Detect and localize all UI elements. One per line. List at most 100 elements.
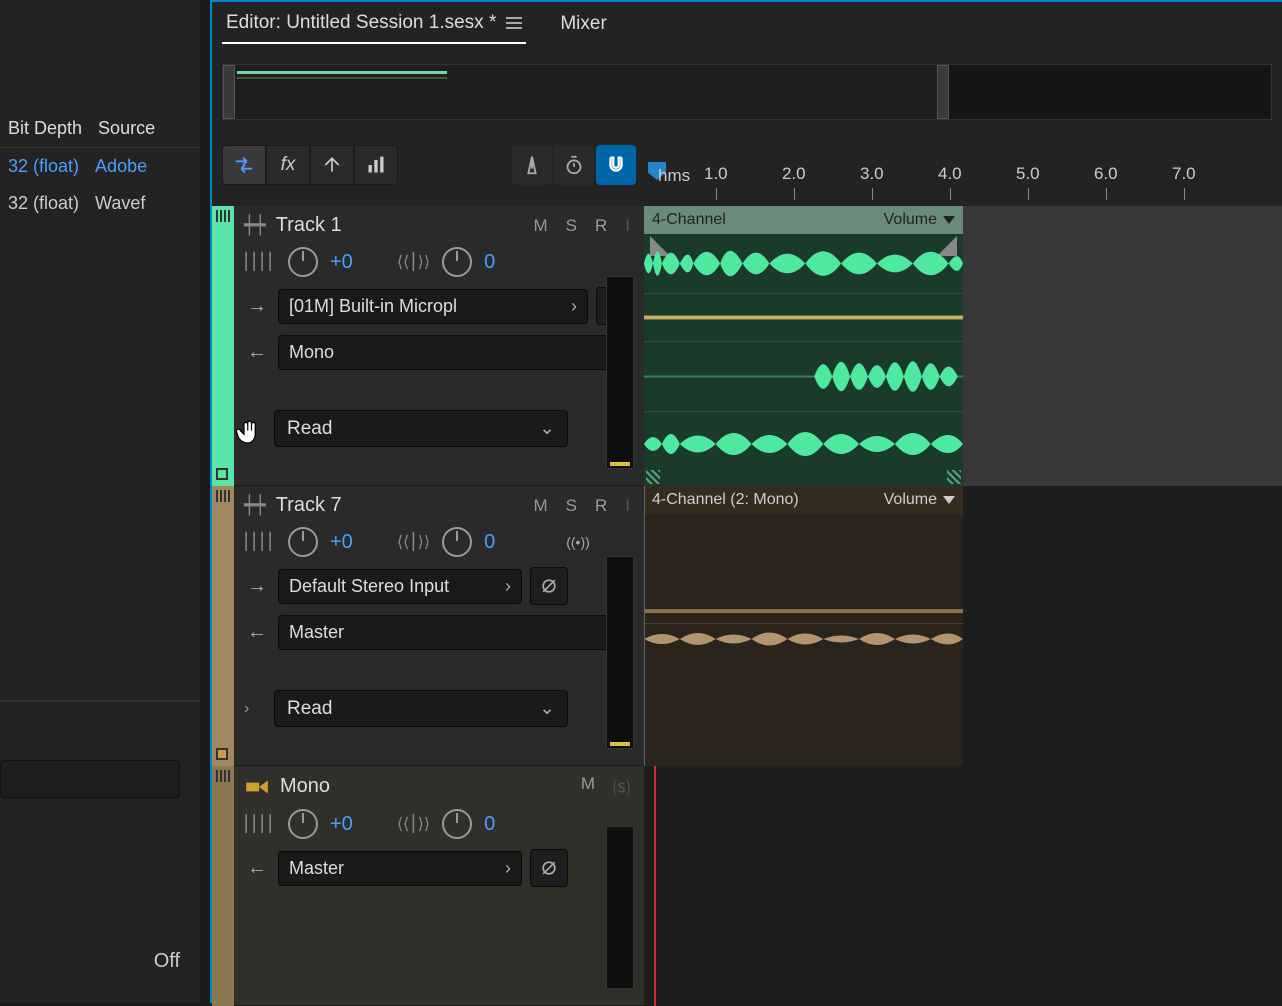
- snap-button[interactable]: [596, 145, 636, 185]
- mute-button[interactable]: M: [581, 774, 595, 799]
- output-label: Master: [289, 858, 344, 879]
- file-row-source[interactable]: Wavef: [87, 189, 153, 218]
- monitor-button[interactable]: I: [625, 496, 630, 516]
- sends-button[interactable]: [310, 145, 354, 185]
- record-button[interactable]: R: [595, 496, 607, 516]
- mono-sum-button[interactable]: ((•)): [564, 528, 592, 556]
- volume-value[interactable]: +0: [330, 813, 353, 836]
- phase-button[interactable]: [530, 849, 568, 887]
- track-color-strip[interactable]: [212, 486, 234, 766]
- input-arrow-icon: →: [244, 295, 270, 318]
- input-select[interactable]: Default Stereo Input ›: [278, 569, 522, 604]
- track-color-strip[interactable]: [212, 206, 234, 486]
- track-lane[interactable]: 4-Channel Volume: [644, 206, 963, 486]
- pan-value[interactable]: 0: [484, 813, 495, 836]
- dropdown-triangle-icon[interactable]: [943, 216, 955, 224]
- overview-waveform: [237, 77, 447, 79]
- volume-knob[interactable]: [288, 527, 318, 557]
- mute-button[interactable]: M: [533, 216, 547, 236]
- panel-menu-icon[interactable]: [506, 17, 522, 29]
- track-selector[interactable]: [216, 748, 228, 760]
- chevron-right-icon: ›: [505, 858, 511, 879]
- output-select[interactable]: Master ›: [278, 615, 634, 650]
- mute-button[interactable]: M: [533, 496, 547, 516]
- track-header: ┿┿ Track 7 M S R I ⎢⎢⎢⎢ +0 ⟨⟨⎮⟩⟩: [234, 486, 644, 766]
- meter-level: [610, 742, 630, 746]
- waveform: [644, 342, 963, 411]
- bus-lane[interactable]: [644, 766, 1282, 1006]
- monitor-button[interactable]: I: [625, 216, 630, 236]
- off-label[interactable]: Off: [154, 950, 180, 973]
- panel-divider[interactable]: [0, 700, 200, 702]
- track-row: ┿┿ Track 1 M S R I ⎢⎢⎢⎢ +0 ⟨⟨⎮⟩⟩: [212, 206, 1282, 486]
- pan-knob[interactable]: [442, 247, 472, 277]
- eq-button[interactable]: [354, 145, 398, 185]
- solo-button[interactable]: ⒮: [613, 774, 630, 799]
- fx-icon: fx: [281, 154, 296, 176]
- waveform-icon: ┿┿: [244, 215, 266, 236]
- overview-navigator[interactable]: [222, 64, 1272, 120]
- record-button[interactable]: R: [595, 216, 607, 236]
- overview-handle-left[interactable]: [223, 65, 235, 119]
- solo-button[interactable]: S: [566, 496, 577, 516]
- tab-mixer[interactable]: Mixer: [556, 5, 610, 43]
- waveform: [644, 294, 963, 341]
- input-select[interactable]: [01M] Built-in Micropl ›: [278, 289, 588, 324]
- track-lane-empty[interactable]: [963, 206, 1282, 486]
- overview-handle-right[interactable]: [937, 65, 949, 119]
- automation-select[interactable]: Read ⌄: [274, 690, 568, 727]
- pan-value[interactable]: 0: [484, 251, 495, 274]
- automation-select[interactable]: Read ⌄: [274, 410, 568, 447]
- tracks-area: ┿┿ Track 1 M S R I ⎢⎢⎢⎢ +0 ⟨⟨⎮⟩⟩: [212, 206, 1282, 1003]
- track-name[interactable]: Track 7: [276, 494, 524, 517]
- track-selector[interactable]: [216, 468, 228, 480]
- effects-button[interactable]: fx: [266, 145, 310, 185]
- volume-knob[interactable]: [288, 247, 318, 277]
- resize-handle-right[interactable]: [947, 470, 961, 484]
- resize-handle-left[interactable]: [646, 470, 660, 484]
- volume-knob[interactable]: [288, 809, 318, 839]
- waveform: [644, 412, 963, 476]
- timer-button[interactable]: [554, 145, 594, 185]
- clip-property[interactable]: Volume: [884, 211, 937, 229]
- meter-level: [610, 462, 630, 466]
- output-select[interactable]: Master ›: [278, 851, 522, 886]
- bus-meter[interactable]: [606, 826, 634, 989]
- track-lane-empty[interactable]: [963, 486, 1282, 766]
- output-select[interactable]: Mono ›: [278, 335, 634, 370]
- col-source[interactable]: Source: [90, 114, 163, 143]
- bus-row: Mono M ⒮ ⎢⎢⎢⎢ +0 ⟨⟨⎮⟩⟩ 0 ←: [212, 766, 1282, 1006]
- metronome-button[interactable]: [512, 145, 552, 185]
- timeline-ruler[interactable]: hms 1.0 2.0 3.0 4.0 5.0 6.0 7.0: [644, 162, 1282, 206]
- clip-name: 4-Channel: [652, 211, 726, 229]
- file-row-source[interactable]: Adobe: [87, 152, 155, 181]
- volume-value[interactable]: +0: [330, 531, 353, 554]
- chevron-right-icon: ›: [505, 576, 511, 597]
- track-meter[interactable]: [606, 556, 634, 749]
- col-bit-depth[interactable]: Bit Depth: [0, 114, 90, 143]
- tab-bar: Editor: Untitled Session 1.sesx * Mixer: [212, 2, 1282, 46]
- tab-editor[interactable]: Editor: Untitled Session 1.sesx *: [222, 4, 526, 44]
- inputs-outputs-button[interactable]: [222, 145, 266, 185]
- file-row-bitdepth[interactable]: 32 (float): [0, 189, 87, 218]
- solo-button[interactable]: S: [566, 216, 577, 236]
- file-row-bitdepth[interactable]: 32 (float): [0, 152, 87, 181]
- effect-slot[interactable]: [0, 760, 180, 798]
- ruler-tick: 6.0: [1094, 164, 1118, 184]
- output-arrow-icon: ←: [244, 341, 270, 364]
- track-lane[interactable]: 4-Channel (2: Mono) Volume: [644, 486, 963, 766]
- hand-cursor-icon: [234, 418, 264, 455]
- phase-button[interactable]: [530, 567, 568, 605]
- pan-value[interactable]: 0: [484, 531, 495, 554]
- ruler-tick: 1.0: [704, 164, 728, 184]
- pan-knob[interactable]: [442, 809, 472, 839]
- playhead-line[interactable]: [654, 766, 656, 1006]
- track-color-strip[interactable]: [212, 766, 234, 1006]
- bus-name[interactable]: Mono: [280, 775, 571, 798]
- expand-chevron-icon[interactable]: ›: [244, 700, 264, 718]
- clip-header[interactable]: 4-Channel Volume: [644, 206, 963, 234]
- track-name[interactable]: Track 1: [276, 214, 524, 237]
- pan-knob[interactable]: [442, 527, 472, 557]
- volume-value[interactable]: +0: [330, 251, 353, 274]
- track-meter[interactable]: [606, 276, 634, 469]
